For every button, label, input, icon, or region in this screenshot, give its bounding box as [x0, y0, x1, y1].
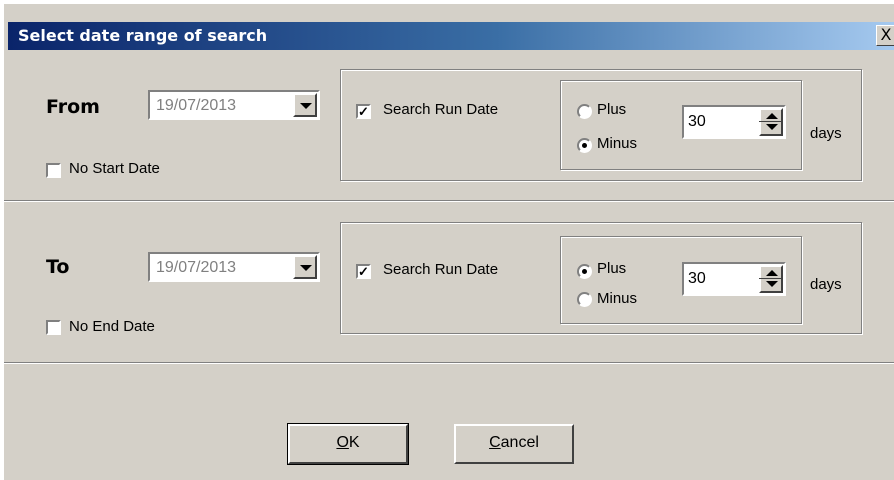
section-divider-2: [4, 362, 894, 364]
ok-mnemonic: O: [336, 434, 349, 451]
from-days-value: 30: [688, 113, 706, 130]
spin-divider: [759, 121, 783, 122]
chevron-down-icon[interactable]: [293, 93, 317, 117]
from-date-combo[interactable]: 19/07/2013: [148, 90, 320, 120]
to-days-label: days: [810, 276, 842, 293]
ok-label: K: [348, 434, 360, 451]
no-end-date-label: No End Date: [69, 318, 155, 335]
close-icon: X: [880, 25, 892, 44]
title-bar[interactable]: Select date range of search X: [8, 22, 894, 50]
from-plus-label: Plus: [597, 101, 627, 118]
no-start-date-label: No Start Date: [69, 160, 160, 177]
to-minus-radio[interactable]: [577, 292, 592, 307]
cancel-mnemonic: C: [489, 434, 501, 451]
cancel-button[interactable]: Cancel: [454, 424, 574, 464]
to-date-value: 19/07/2013: [156, 259, 237, 276]
to-minus-label: Minus: [597, 290, 638, 307]
from-search-run-date-checkbox[interactable]: ✓: [356, 104, 371, 119]
from-days-label: days: [810, 125, 842, 142]
from-days-spinner[interactable]: 30: [682, 105, 786, 139]
ok-button[interactable]: OK: [287, 423, 409, 465]
to-days-spinner[interactable]: 30: [682, 262, 786, 296]
close-button[interactable]: X: [876, 25, 894, 46]
to-days-value: 30: [688, 270, 706, 287]
no-end-date-checkbox[interactable]: [46, 320, 61, 335]
to-label: To: [46, 256, 70, 278]
from-minus-radio[interactable]: [577, 138, 592, 153]
to-search-run-date-label: Search Run Date: [383, 261, 499, 278]
spin-arrows-icon[interactable]: [759, 108, 783, 136]
from-plus-radio[interactable]: [577, 104, 592, 119]
spin-divider: [759, 278, 783, 279]
from-date-value: 19/07/2013: [156, 97, 237, 114]
spin-arrows-icon[interactable]: [759, 265, 783, 293]
section-divider-1: [4, 200, 894, 202]
to-search-run-date-checkbox[interactable]: ✓: [356, 264, 371, 279]
from-label: From: [46, 96, 100, 118]
to-plus-label: Plus: [597, 260, 627, 277]
cancel-label: ancel: [500, 434, 539, 451]
dialog-title: Select date range of search: [18, 26, 268, 45]
from-minus-label: Minus: [597, 135, 638, 152]
to-plus-radio[interactable]: [577, 264, 592, 279]
chevron-down-icon[interactable]: [293, 255, 317, 279]
from-search-run-date-label: Search Run Date: [383, 101, 499, 118]
no-start-date-checkbox[interactable]: [46, 163, 61, 178]
to-date-combo[interactable]: 19/07/2013: [148, 252, 320, 282]
